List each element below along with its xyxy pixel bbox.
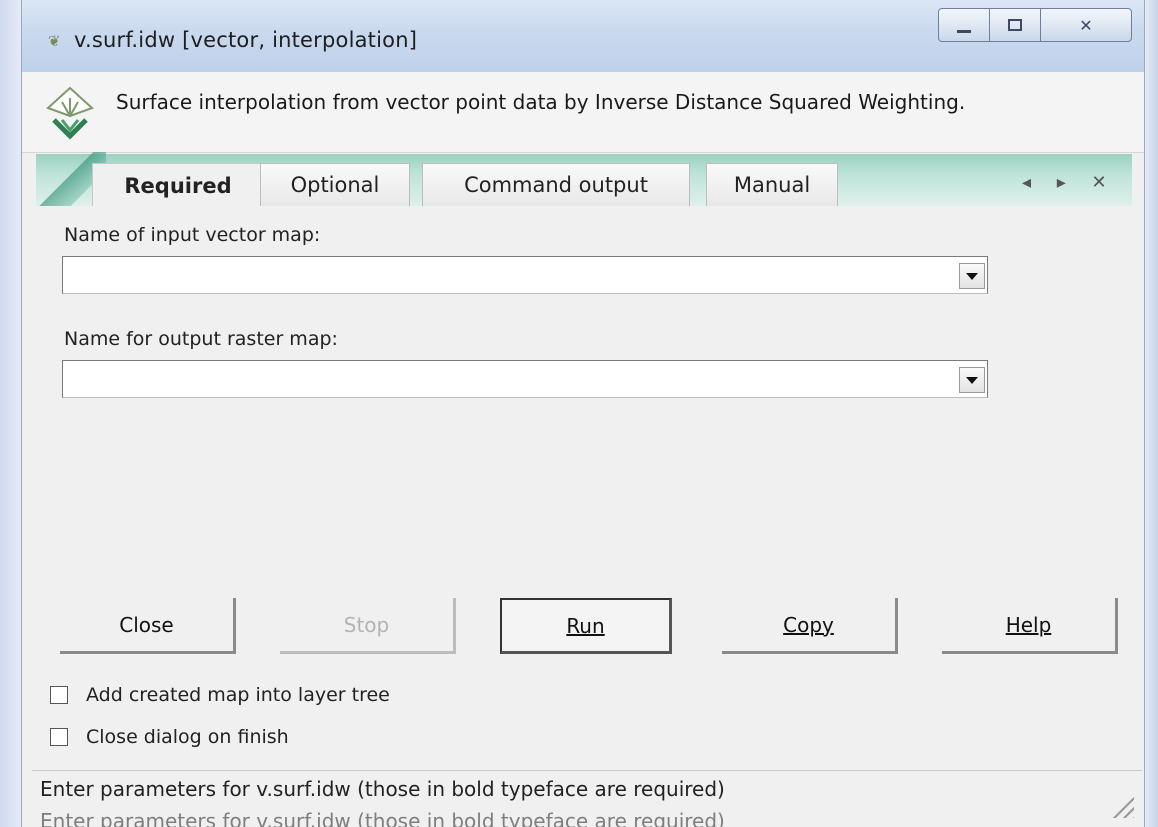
close-icon: ✕ [1079,15,1093,35]
tab-label: Required [124,173,232,198]
status-text: Enter parameters for v.surf.idw (those i… [40,777,725,801]
chevron-down-icon [966,272,978,280]
app-icon: ❦ [48,32,61,50]
input-map-label: Name of input vector map: [64,224,321,246]
input-map-field[interactable] [63,257,951,295]
maximize-button[interactable] [989,8,1041,42]
chevron-down-icon [966,376,978,384]
dropdown-button[interactable] [959,367,985,393]
tab-command-output[interactable]: Command output [422,163,690,207]
module-description: Surface interpolation from vector point … [116,90,966,114]
status-text-echo: Enter parameters for v.surf.idw (those i… [40,809,725,827]
stop-button-label: Stop [343,612,390,637]
window-title: v.surf.idw [vector, interpolation] [74,28,418,52]
output-map-label: Name for output raster map: [64,328,338,350]
close-dialog-label: Close dialog on finish [86,726,289,748]
add-map-label: Add created map into layer tree [86,684,390,706]
stop-button[interactable]: Stop [280,598,456,654]
input-map-combobox[interactable] [62,256,988,295]
run-button[interactable]: Run [500,598,672,654]
maximize-icon [1008,19,1022,31]
module-header: Surface interpolation from vector point … [22,72,1144,153]
copy-button[interactable]: Copy [722,598,898,654]
help-button[interactable]: Help [942,598,1118,654]
grass-logo-icon [46,86,94,140]
close-dialog-option[interactable]: Close dialog on finish [50,726,289,748]
dropdown-button[interactable] [959,263,985,289]
tab-scroll-controls[interactable]: ◂ ▸ ✕ [1022,172,1117,193]
output-map-combobox[interactable] [62,360,988,399]
close-button-label: Close [119,612,174,637]
run-button-label: Run [566,613,605,638]
dialog-window: ❦ v.surf.idw [vector, interpolation] ✕ S… [22,0,1144,827]
add-map-checkbox[interactable] [50,686,68,704]
minimize-button[interactable] [938,8,990,42]
minimize-icon [957,29,971,33]
desktop-right-edge [1144,0,1158,827]
output-map-field[interactable] [63,361,951,399]
close-window-button[interactable]: ✕ [1040,8,1132,42]
desktop-left-edge [0,0,22,827]
close-dialog-checkbox[interactable] [50,728,68,746]
close-button[interactable]: Close [60,598,236,654]
tab-manual[interactable]: Manual [706,163,838,207]
status-bar: Enter parameters for v.surf.idw (those i… [32,770,1142,827]
tab-required[interactable]: Required [92,163,264,207]
copy-button-label: Copy [783,612,834,637]
tab-label: Optional [290,173,380,197]
add-map-option[interactable]: Add created map into layer tree [50,684,390,706]
title-bar[interactable]: ❦ v.surf.idw [vector, interpolation] ✕ [22,0,1144,72]
tab-label: Manual [733,173,811,197]
resize-grip-icon[interactable] [1110,794,1134,818]
help-button-label: Help [1005,612,1052,637]
tab-optional[interactable]: Optional [260,163,410,207]
tab-label: Command output [464,173,648,197]
